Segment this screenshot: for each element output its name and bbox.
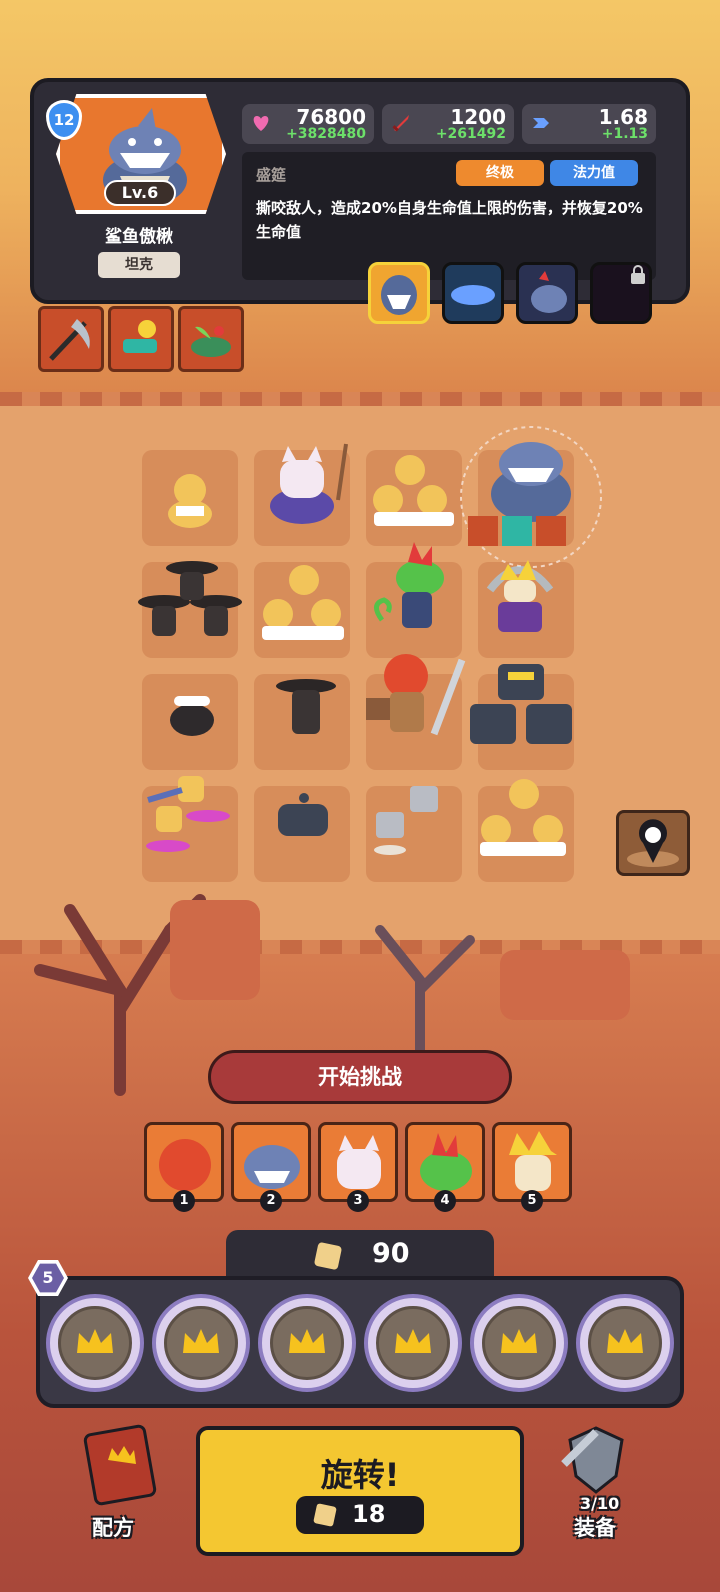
spin-slot[interactable] [364,1294,462,1392]
dead-tree-right-icon [375,925,475,1065]
gold-counter [226,1230,494,1282]
equipped-item-slot[interactable] [178,306,244,372]
recipe-book-button[interactable] [78,1420,162,1506]
flower-gun-icon [123,320,157,353]
spin-button[interactable]: 旋转! 18 [196,1426,524,1556]
skill-description-box: 盛筵 终极 法力值 撕咬敌人，造成20%自身生命值上限的伤害，并恢复20%生命值 [242,152,656,280]
hero-role-tag: 坦克 [98,252,180,278]
cowboy-squad-unit-icon[interactable] [134,548,250,658]
skill-slot-bite[interactable] [368,262,430,324]
hero-level-pill: Lv.6 [104,180,176,206]
recipe-book-icon [83,1424,157,1506]
spin-slot[interactable] [470,1294,568,1392]
cowboy-unit-icon[interactable] [266,670,346,750]
equipped-item-slot[interactable] [108,306,174,372]
shark-dash-icon [451,285,495,305]
spin-slot[interactable] [258,1294,356,1392]
chameleon-unit-icon[interactable] [362,540,462,640]
ninja-squad-unit-icon[interactable] [138,766,242,862]
cat-mage-unit-icon[interactable] [258,430,358,530]
team-slot-number: 4 [434,1190,456,1212]
team-slot-number: 2 [260,1190,282,1212]
team-slot-number: 1 [173,1190,195,1212]
hero-name: 鲨鱼傲楸 [105,227,173,247]
team-slot-number: 3 [347,1190,369,1212]
equipment-label[interactable]: 装备 [574,1512,616,1542]
hamster-squad-unit-icon[interactable] [248,556,358,652]
equipment-count: 3/10 [580,1494,620,1513]
enemy-wave-button[interactable] [616,810,690,876]
red-hair-warrior-unit-icon[interactable] [362,640,472,750]
hamster-squad-unit-icon[interactable] [466,772,582,872]
lock-icon [631,265,645,284]
crown-icon [395,1329,431,1353]
crown-icon [183,1329,219,1353]
rock-icon [170,900,260,1000]
red-hair-warrior-portrait-icon [159,1139,211,1191]
crown-icon [77,1329,113,1353]
mole-unit-icon[interactable] [160,680,224,744]
mana-tag: 法力值 [550,160,638,186]
start-challenge-button[interactable]: 开始挑战 [208,1050,512,1104]
speed-stat: 1.68 +1.13 [522,104,656,144]
sword-icon [392,115,409,132]
cat-mage-portrait-icon [337,1135,381,1189]
spin-cost: 18 [296,1496,424,1534]
robot-tank-squad-unit-icon[interactable] [460,658,584,768]
health-stat: 76800 +3828480 [242,104,374,144]
rock-icon [500,950,630,1020]
gold-coin-icon [313,1503,337,1527]
shark-rage-icon [531,271,567,313]
shark-bite-icon [381,275,417,315]
spin-slot[interactable] [46,1294,144,1392]
hamster-squad-unit-icon[interactable] [360,448,470,538]
crown-icon [607,1329,643,1353]
crowned-king-portrait-icon [509,1131,557,1191]
spin-slot[interactable] [576,1294,674,1392]
shark-portrait-icon [244,1145,300,1189]
equipment-button[interactable] [556,1420,636,1500]
skill-slot-rage[interactable] [516,262,578,324]
equipped-item-slot[interactable] [38,306,104,372]
attack-stat: 1200 +261492 [382,104,514,144]
scythe-icon [49,319,90,361]
heart-icon [253,116,269,131]
team-slot-number: 5 [521,1190,543,1212]
field-top-edge [0,392,720,406]
speed-bonus: +1.13 [601,126,648,142]
slot-count-value: 5 [32,1263,64,1293]
sprout-bowl-icon [191,326,231,357]
mini-tank-unit-icon[interactable] [268,786,340,846]
attack-bonus: +261492 [435,126,506,142]
chameleon-portrait-icon [420,1133,472,1191]
robot-duo-unit-icon[interactable] [364,772,450,862]
shield-equipment-icon [561,1426,624,1494]
skull-pin-icon [627,819,679,867]
crown-icon [289,1329,325,1353]
ultimate-tag: 终极 [456,160,544,186]
gold-coin-icon [314,1242,342,1270]
skill-name: 盛筵 [256,166,287,184]
recipe-label[interactable]: 配方 [92,1512,134,1542]
skill-slot-dash[interactable] [442,262,504,324]
spin-label: 旋转! [320,1456,400,1494]
skill-description: 撕咬敌人，造成20%自身生命值上限的伤害，并恢复20%生命值 [256,199,643,241]
skill-slot-locked[interactable] [590,262,652,324]
spin-slot[interactable] [152,1294,250,1392]
hamster-unit-icon[interactable] [150,456,230,536]
health-bonus: +3828480 [286,126,366,142]
crown-icon [501,1329,537,1353]
speed-wing-icon [533,118,549,128]
gold-amount: 90 [372,1238,410,1269]
crowned-king-unit-icon[interactable] [470,550,570,650]
spin-cost-value: 18 [352,1500,386,1528]
